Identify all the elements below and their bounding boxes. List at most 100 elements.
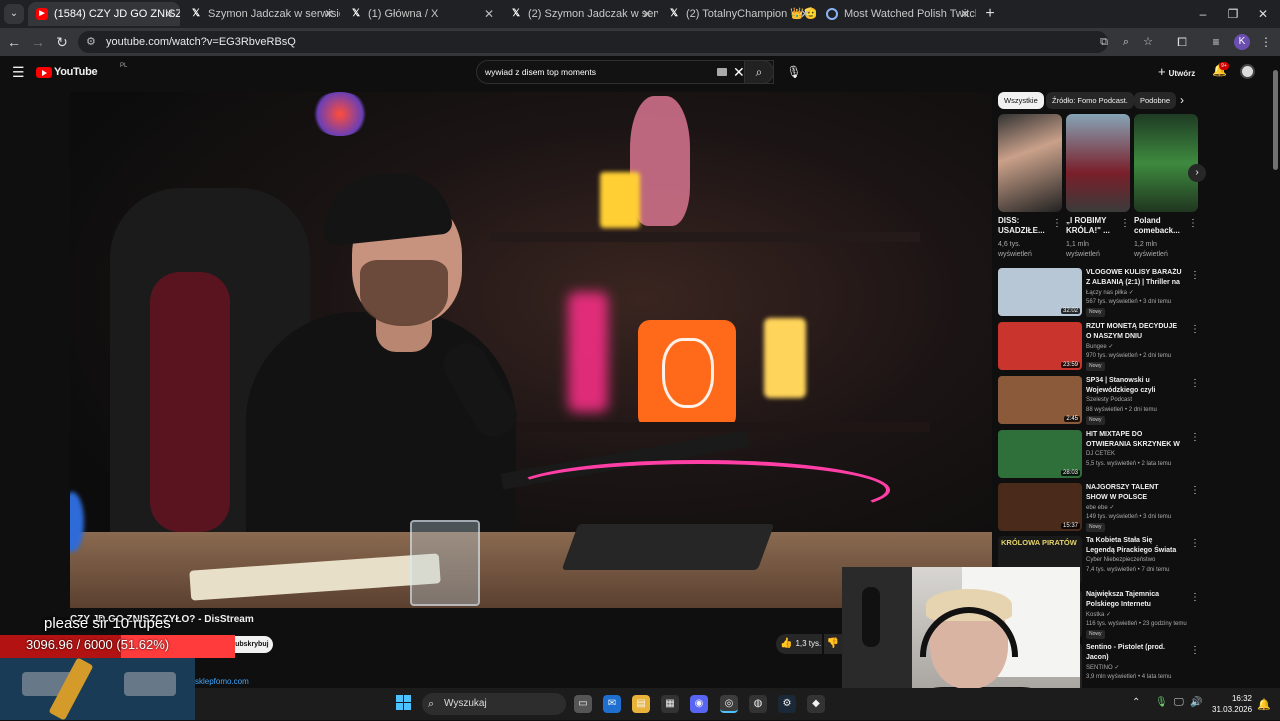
more-options-icon[interactable]: ⋮	[1188, 218, 1198, 229]
browser-tab-twitch[interactable]: Most Watched Polish Twitch St ✕	[818, 2, 976, 26]
back-icon[interactable]: ←	[4, 32, 24, 52]
address-bar[interactable]: ⚙ youtube.com/watch?v=EG3RbveRBsQ ⧉ ⌕ ☆	[78, 31, 1153, 53]
channel-name[interactable]: Szelesty Podcast	[1086, 397, 1132, 403]
clear-search-icon[interactable]: ✕	[733, 63, 745, 81]
network-icon[interactable]: 🖵	[1174, 697, 1184, 708]
account-avatar[interactable]	[1240, 64, 1255, 79]
browser-tab-x-1[interactable]: 𝕏 Szymon Jadczak w serwisie X: ✕	[182, 2, 340, 26]
chevron-right-icon[interactable]: ›	[1180, 93, 1184, 107]
reload-icon[interactable]: ↻	[52, 32, 72, 52]
profile-avatar[interactable]: K	[1234, 34, 1250, 50]
bookmark-star-icon[interactable]: ☆	[1140, 34, 1156, 50]
recommendation-title[interactable]: Sentino - Pistolet (prod. Jacon)	[1086, 643, 1182, 662]
url-text[interactable]: youtube.com/watch?v=EG3RbveRBsQ	[106, 31, 296, 53]
create-button[interactable]: + Utwórz	[1158, 64, 1195, 80]
recommendation-title[interactable]: RZUT MONETĄ DECYDUJE O NASZYM DNIU	[1086, 322, 1182, 341]
channel-name[interactable]: SENTINO ✓	[1086, 664, 1119, 671]
discord-icon[interactable]: ◉	[690, 695, 708, 713]
more-options-icon[interactable]: ⋮	[1052, 218, 1062, 229]
short-title[interactable]: DISS: USADZIŁE...	[998, 216, 1056, 236]
channel-name[interactable]: Cyber Niebezpieczeństwo	[1086, 557, 1155, 563]
clock-date[interactable]: 31.03.2026	[1212, 705, 1252, 714]
more-options-icon[interactable]: ⋮	[1190, 432, 1200, 443]
site-info-icon[interactable]: ⚙	[86, 35, 100, 49]
browser-tab-youtube[interactable]: ▶ (1584) CZY JD GO ZNISZCZYŁO ✕	[28, 2, 180, 26]
search-button[interactable]: ⌕	[744, 60, 774, 84]
more-options-icon[interactable]: ⋮	[1190, 538, 1200, 549]
search-input[interactable]: wywiad z disem top moments ✕	[476, 60, 774, 84]
chrome-icon[interactable]: ◎	[720, 695, 738, 713]
recommendation-title[interactable]: NAJGORSZY TALENT SHOW W POLSCE	[1086, 483, 1182, 502]
recommendation-thumbnail[interactable]: 32:02	[998, 268, 1082, 316]
tray-overflow-icon[interactable]: ⌃	[1132, 697, 1140, 708]
more-options-icon[interactable]: ⋮	[1190, 324, 1200, 335]
dislike-button[interactable]: 👎	[824, 634, 842, 654]
recommendation-item[interactable]: 15:37 NAJGORSZY TALENT SHOW W POLSCE ebe e…	[998, 483, 1200, 533]
channel-name[interactable]: Bungee ✓	[1086, 343, 1113, 350]
browser-tab-x-4[interactable]: 𝕏 (2) TotalnyChampion 👑🫡 w s ✕	[660, 2, 816, 26]
new-tab-button[interactable]: +	[980, 2, 1000, 26]
recommendation-item[interactable]: 28:03 HIT MIXTAPE DO OTWIERANIA SKRZYNEK …	[998, 430, 1200, 480]
clock-time[interactable]: 16:32	[1230, 694, 1252, 703]
recommendation-thumbnail[interactable]: 15:37	[998, 483, 1082, 531]
extensions-icon[interactable]: ⧠	[1172, 32, 1192, 52]
chip-similar[interactable]: Podobne	[1134, 92, 1177, 109]
video-player[interactable]	[70, 92, 992, 608]
window-close-icon[interactable]: ✕	[1254, 4, 1272, 24]
keyboard-icon[interactable]	[717, 68, 727, 76]
steam-icon[interactable]: ⚙	[778, 695, 796, 713]
recommendation-item[interactable]: 23:59 RZUT MONETĄ DECYDUJE O NASZYM DNIU B…	[998, 322, 1200, 372]
zoom-icon[interactable]: ⌕	[1118, 34, 1134, 50]
more-options-icon[interactable]: ⋮	[1190, 592, 1200, 603]
recommendation-title[interactable]: Ta Kobieta Stała Się Legendą Pirackiego …	[1086, 536, 1182, 555]
close-tab-icon[interactable]: ✕	[800, 2, 810, 26]
short-thumbnail[interactable]	[1134, 114, 1198, 212]
channel-name[interactable]: Kostka ✓	[1086, 611, 1111, 618]
recommendation-item[interactable]: 32:02 VLOGOWE KULISY BARAŻU Z ALBANIĄ (2:…	[998, 268, 1200, 318]
channel-name[interactable]: ebe ebe ✓	[1086, 504, 1114, 511]
browser-menu-icon[interactable]: ⋮	[1256, 32, 1276, 52]
shorts-next-icon[interactable]: ›	[1188, 164, 1206, 182]
recommendation-item[interactable]: 2:45 SP34 | Stanowski u Wojewódzkiego czy…	[998, 376, 1200, 426]
recommendation-thumbnail[interactable]: 2:45	[998, 376, 1082, 424]
close-tab-icon[interactable]: ✕	[324, 2, 334, 26]
microphone-tray-icon[interactable]: 🎙	[1155, 697, 1168, 708]
close-tab-icon[interactable]: ✕	[960, 2, 970, 26]
task-view-icon[interactable]: ▭	[574, 695, 592, 713]
media-controls-icon[interactable]: ≡	[1206, 32, 1226, 52]
recommendation-title[interactable]: Największa Tajemnica Polskiego Internetu	[1086, 590, 1182, 609]
search-query[interactable]: wywiad z disem top moments	[485, 61, 596, 83]
minimize-icon[interactable]: –	[1194, 4, 1212, 24]
close-tab-icon[interactable]: ✕	[164, 2, 174, 26]
like-button[interactable]: 👍 1,3 tys.	[776, 634, 822, 654]
recommendation-title[interactable]: HIT MIXTAPE DO OTWIERANIA SKRZYNEK W ...	[1086, 430, 1182, 450]
shop-link[interactable]: sklepfomo.com	[195, 677, 249, 686]
forward-icon[interactable]: →	[28, 32, 48, 52]
close-tab-icon[interactable]: ✕	[642, 2, 652, 26]
steamvr-icon[interactable]: ◍	[749, 695, 767, 713]
maximize-icon[interactable]: ❐	[1224, 4, 1242, 24]
more-options-icon[interactable]: ⋮	[1190, 378, 1200, 389]
more-options-icon[interactable]: ⋮	[1190, 485, 1200, 496]
volume-icon[interactable]: 🔊	[1190, 697, 1202, 708]
taskbar-search[interactable]: ⌕ Wyszukaj	[422, 693, 566, 715]
channel-name[interactable]: Łączy nas piłka ✓	[1086, 289, 1134, 296]
scrollbar-thumb[interactable]	[1273, 70, 1278, 170]
store-icon[interactable]: ▦	[661, 695, 679, 713]
voice-search-icon[interactable]: 🎙	[784, 60, 804, 84]
more-options-icon[interactable]: ⋮	[1120, 218, 1130, 229]
recommendation-thumbnail[interactable]: 23:59	[998, 322, 1082, 370]
notification-center-icon[interactable]: 🔔	[1257, 698, 1271, 711]
short-title[interactable]: „I ROBIMY KRÓLA!" ...	[1066, 216, 1124, 236]
file-explorer-icon[interactable]: ▤	[632, 695, 650, 713]
windows-start-icon[interactable]	[396, 695, 412, 711]
install-app-icon[interactable]: ⧉	[1096, 34, 1112, 50]
chip-all[interactable]: Wszystkie	[998, 92, 1044, 109]
app-icon[interactable]: ◆	[807, 695, 825, 713]
outlook-icon[interactable]: ✉	[603, 695, 621, 713]
browser-tab-x-3[interactable]: 𝕏 (2) Szymon Jadczak w serwisie X ✕	[502, 2, 658, 26]
recommendation-title[interactable]: VLOGOWE KULISY BARAŻU Z ALBANIĄ (2:1) | …	[1086, 268, 1182, 288]
browser-tab-x-2[interactable]: 𝕏 (1) Główna / X ✕	[342, 2, 500, 26]
short-thumbnail[interactable]	[1066, 114, 1130, 212]
more-options-icon[interactable]: ⋮	[1190, 645, 1200, 656]
